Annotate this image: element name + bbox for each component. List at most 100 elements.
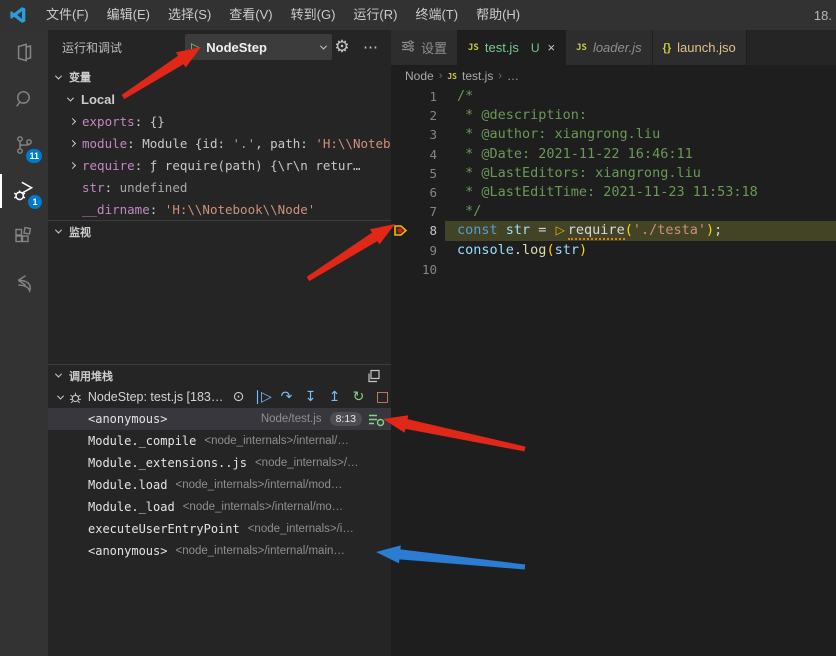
variable-row[interactable]: str: undefined [48, 176, 391, 198]
variable-row[interactable]: __dirname: 'H:\\Notebook\\Node' [48, 198, 391, 220]
code-line[interactable]: 9console.log(str) [391, 241, 836, 260]
stack-frame-row[interactable]: executeUserEntryPoint<node_internals>/i… [48, 518, 391, 540]
start-debug-icon[interactable]: ▷ [191, 40, 200, 54]
variable-row[interactable]: module: Module {id: '.', path: 'H:\\Note… [48, 132, 391, 154]
tab-launch.jso[interactable]: {}launch.jso [653, 30, 747, 65]
code-line[interactable]: 2 * @description: [391, 106, 836, 125]
chevron-right-icon [69, 161, 76, 168]
debug-settings-gear-button[interactable]: ⚙ [329, 34, 355, 60]
tab-设置[interactable]: 设置 [391, 30, 458, 65]
menu-item-编辑E[interactable]: 编辑(E) [98, 0, 159, 30]
gutter[interactable] [391, 202, 415, 221]
call-stack-section-header[interactable]: 调用堆栈 [48, 364, 391, 386]
variable-row[interactable]: exports: {} [48, 110, 391, 132]
code-line[interactable]: 7 */ [391, 202, 836, 221]
chevron-down-icon [55, 72, 62, 79]
activity-run-debug-icon[interactable]: 1 [0, 168, 48, 214]
badge-count: 11 [25, 148, 43, 164]
code-editor[interactable]: 1/*2 * @description: 3 * @author: xiangr… [391, 87, 836, 656]
step-into-icon[interactable]: ↧ [302, 389, 319, 405]
gutter[interactable] [391, 106, 415, 125]
gutter[interactable] [391, 164, 415, 183]
menu-item-选择S[interactable]: 选择(S) [159, 0, 220, 30]
variable-value: , path: [255, 136, 315, 151]
variable-value: 'H:\\Noteb… [315, 136, 391, 151]
menu-item-运行R[interactable]: 运行(R) [344, 0, 406, 30]
variable-row[interactable]: require: ƒ require(path) {\r\n retur… [48, 154, 391, 176]
stack-frame-row[interactable]: Module._extensions..js<node_internals>/… [48, 452, 391, 474]
restart-icon[interactable]: ↻ [350, 389, 367, 405]
variables-section-header[interactable]: 变量 [48, 66, 391, 88]
gutter[interactable] [391, 183, 415, 202]
js-icon: JS [447, 72, 457, 81]
activity-extensions-icon[interactable] [0, 214, 48, 260]
breadcrumb-item[interactable]: … [507, 69, 519, 83]
line-text: */ [437, 202, 481, 221]
code-token: * @description: [457, 107, 595, 123]
debug-session-label: NodeStep: test.js [183… [88, 390, 222, 404]
stack-frame-row[interactable]: <anonymous><node_internals>/internal/mai… [48, 540, 391, 562]
line-text: * @Date: 2021-11-22 16:46:11 [437, 145, 693, 164]
tab-test.js[interactable]: JStest.jsU× [458, 30, 566, 65]
code-line[interactable]: 3 * @author: xiangrong.liu [391, 125, 836, 144]
gutter[interactable] [391, 221, 415, 240]
gutter[interactable] [391, 241, 415, 260]
scope-local-label: Local [81, 92, 115, 107]
tab-loader.js[interactable]: JSloader.js [566, 30, 653, 65]
code-line[interactable]: 4 * @Date: 2021-11-22 16:46:11 [391, 145, 836, 164]
colon: : [135, 114, 150, 129]
variable-name: str [82, 180, 105, 195]
launch-config-dropdown[interactable]: ▷ NodeStep [185, 34, 332, 60]
colon: : [150, 202, 165, 217]
stack-frames-icon[interactable] [368, 412, 385, 427]
breadcrumb-item[interactable]: Node [405, 69, 434, 83]
stack-frame-row[interactable]: Module._load<node_internals>/internal/mo… [48, 496, 391, 518]
code-line[interactable]: 6 * @LastEditTime: 2021-11-23 11:53:18 [391, 183, 836, 202]
breadcrumb[interactable]: Node›JStest.js›… [391, 65, 836, 87]
watch-section-header[interactable]: 监视 [48, 220, 391, 242]
chevron-right-icon [69, 117, 76, 124]
activity-source-control-icon[interactable]: 11 [0, 122, 48, 168]
breadcrumb-item[interactable]: test.js [462, 69, 493, 83]
gutter[interactable] [391, 260, 415, 279]
step-over-icon[interactable]: ↷ [278, 389, 295, 405]
continue-icon[interactable]: ∣▷ [254, 389, 271, 405]
stack-frame-row[interactable]: Module.load<node_internals>/internal/mod… [48, 474, 391, 496]
scope-local-row[interactable]: Local [48, 88, 391, 110]
frame-source: <node_internals>/internal/mo… [183, 501, 343, 513]
step-out-icon[interactable]: ↥ [326, 389, 343, 405]
pause-icon[interactable]: ⊙ [230, 389, 247, 405]
gutter[interactable] [391, 145, 415, 164]
debug-session-row[interactable]: NodeStep: test.js [183… ⊙ ∣▷ ↷ ↧ ↥ ↻ □ [48, 386, 391, 408]
code-line[interactable]: 8const str = ▷require('./testa'); [391, 221, 836, 240]
open-view-icon[interactable] [367, 369, 381, 383]
tab-label: 设置 [421, 38, 447, 57]
activity-search-icon[interactable] [0, 76, 48, 122]
gutter[interactable] [391, 125, 415, 144]
stop-icon[interactable]: □ [374, 389, 391, 405]
activity-back-arrow-icon[interactable] [0, 260, 48, 306]
close-icon[interactable]: × [548, 40, 556, 55]
chevron-down-icon [55, 227, 62, 234]
line-number: 5 [415, 164, 437, 183]
code-line[interactable]: 1/* [391, 87, 836, 106]
code-token: './testa' [633, 222, 706, 238]
frame-name: Module._compile [88, 434, 196, 448]
line-text: * @description: [437, 106, 595, 125]
tab-label: test.js [485, 40, 519, 55]
menu-item-转到G[interactable]: 转到(G) [282, 0, 345, 30]
more-actions-button[interactable]: ⋯ [358, 34, 384, 60]
code-line[interactable]: 10 [391, 260, 836, 279]
gutter[interactable] [391, 87, 415, 106]
vscode-logo-icon [9, 6, 27, 24]
variable-text: exports: {} [82, 114, 165, 129]
code-line[interactable]: 5 * @LastEditors: xiangrong.liu [391, 164, 836, 183]
activity-explorer-icon[interactable] [0, 30, 48, 76]
menu-item-文件F[interactable]: 文件(F) [37, 0, 98, 30]
stack-frame-row[interactable]: Module._compile<node_internals>/internal… [48, 430, 391, 452]
stack-frame-row[interactable]: <anonymous>Node/test.js8:13 [48, 408, 391, 430]
menu-item-帮助H[interactable]: 帮助(H) [467, 0, 529, 30]
code-token: ) [579, 242, 587, 258]
menu-item-终端T[interactable]: 终端(T) [406, 0, 467, 30]
menu-item-查看V[interactable]: 查看(V) [220, 0, 281, 30]
